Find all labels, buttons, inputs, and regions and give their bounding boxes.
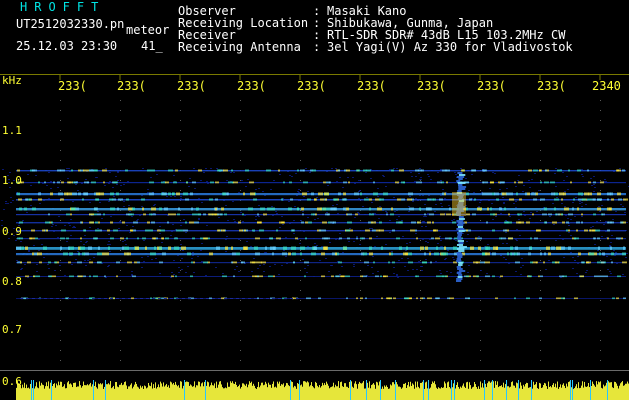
time-tick-label: 233( <box>357 79 386 93</box>
frequency-tick-label: 0.8 <box>2 275 22 288</box>
time-tick-label: 233( <box>477 79 506 93</box>
frequency-tick-label: 1.0 <box>2 174 22 187</box>
time-tick-label: 233( <box>537 79 566 93</box>
time-tick-label: 233( <box>117 79 146 93</box>
frequency-tick-label: 1.1 <box>2 124 22 137</box>
time-tick-label: 233( <box>177 79 206 93</box>
time-tick-label: 233( <box>58 79 87 93</box>
axis-labels: 233( 233( 233( 233( 233( 233( 233( 233( 233( 2340… <box>0 0 629 400</box>
time-tick-label: 233( <box>237 79 266 93</box>
time-tick-label: 233( <box>297 79 326 93</box>
frequency-tick-label: 0.7 <box>2 323 22 336</box>
frequency-tick-label: 0.6 <box>2 375 22 388</box>
time-tick-label: 2340 <box>592 79 621 93</box>
time-tick-label: 233( <box>417 79 446 93</box>
frequency-tick-label: 0.9 <box>2 225 22 238</box>
